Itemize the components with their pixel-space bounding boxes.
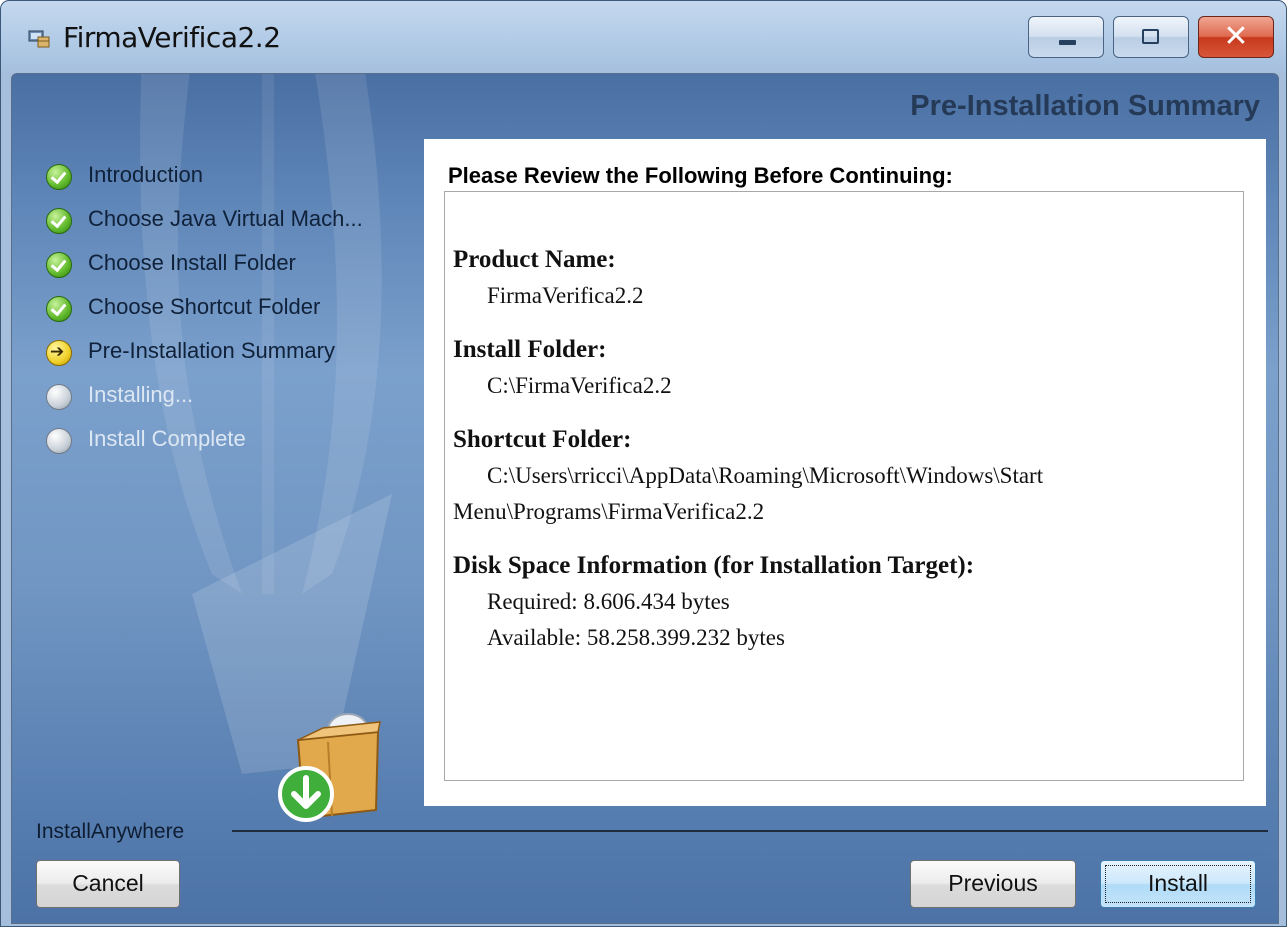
previous-button[interactable]: Previous — [910, 860, 1076, 908]
shortcut-folder-section: Shortcut Folder: C:\Users\rricci\AppData… — [453, 422, 1233, 530]
close-button[interactable]: ✕ — [1198, 16, 1274, 58]
step-label: Pre-Installation Summary — [88, 338, 335, 363]
check-icon — [46, 164, 72, 190]
product-name-value: FirmaVerifica2.2 — [487, 283, 644, 308]
cancel-button[interactable]: Cancel — [36, 860, 180, 908]
window-title: FirmaVerifica2.2 — [63, 21, 281, 54]
installer-client-area: Pre-Installation Summary Introduction Ch… — [11, 73, 1279, 924]
title-bar[interactable]: FirmaVerifica2.2 ✕ — [1, 1, 1286, 73]
install-button[interactable]: Install — [1100, 860, 1256, 908]
shortcut-folder-value: C:\Users\rricci\AppData\Roaming\Microsof… — [453, 463, 1044, 524]
disk-space-section: Disk Space Information (for Installation… — [453, 548, 1233, 656]
installer-window: FirmaVerifica2.2 ✕ Pre-Installation Summ… — [0, 0, 1287, 927]
install-folder-label: Install Folder: — [453, 336, 607, 363]
step-label: Choose Shortcut Folder — [88, 294, 321, 319]
summary-content: Product Name: FirmaVerifica2.2 Install F… — [453, 242, 1233, 674]
shortcut-folder-label: Shortcut Folder: — [453, 426, 632, 453]
summary-panel: Please Review the Following Before Conti… — [424, 139, 1266, 806]
install-box-icon — [278, 713, 381, 822]
check-icon — [46, 252, 72, 278]
product-name-label: Product Name: — [453, 246, 616, 273]
step-label: Install Complete — [88, 426, 246, 451]
disk-space-label: Disk Space Information (for Installation… — [453, 552, 975, 579]
minimize-button[interactable] — [1028, 16, 1104, 58]
pending-circle-icon — [46, 428, 72, 454]
arrow-right-icon — [46, 340, 72, 366]
minimize-icon — [1059, 40, 1076, 45]
available-space-value: Available: 58.258.399.232 bytes — [487, 625, 785, 650]
panel-heading: Please Review the Following Before Conti… — [448, 163, 953, 188]
installer-brand: InstallAnywhere — [36, 820, 185, 843]
close-icon: ✕ — [1223, 19, 1249, 54]
summary-text-area[interactable]: Product Name: FirmaVerifica2.2 Install F… — [444, 191, 1244, 781]
required-space-value: Required: 8.606.434 bytes — [487, 589, 730, 614]
maximize-button[interactable] — [1113, 16, 1189, 58]
page-title: Pre-Installation Summary — [910, 90, 1260, 122]
step-label: Installing... — [88, 382, 194, 407]
footer-divider — [232, 830, 1268, 832]
step-label: Introduction — [88, 162, 203, 187]
step-label: Choose Java Virtual Mach... — [88, 206, 363, 231]
step-label: Choose Install Folder — [88, 250, 296, 275]
installer-app-icon — [28, 30, 50, 48]
maximize-icon — [1142, 29, 1159, 44]
install-folder-section: Install Folder: C:\FirmaVerifica2.2 — [453, 332, 1233, 404]
install-folder-value: C:\FirmaVerifica2.2 — [487, 373, 672, 398]
product-name-section: Product Name: FirmaVerifica2.2 — [453, 242, 1233, 314]
pending-circle-icon — [46, 384, 72, 410]
check-icon — [46, 208, 72, 234]
check-icon — [46, 296, 72, 322]
